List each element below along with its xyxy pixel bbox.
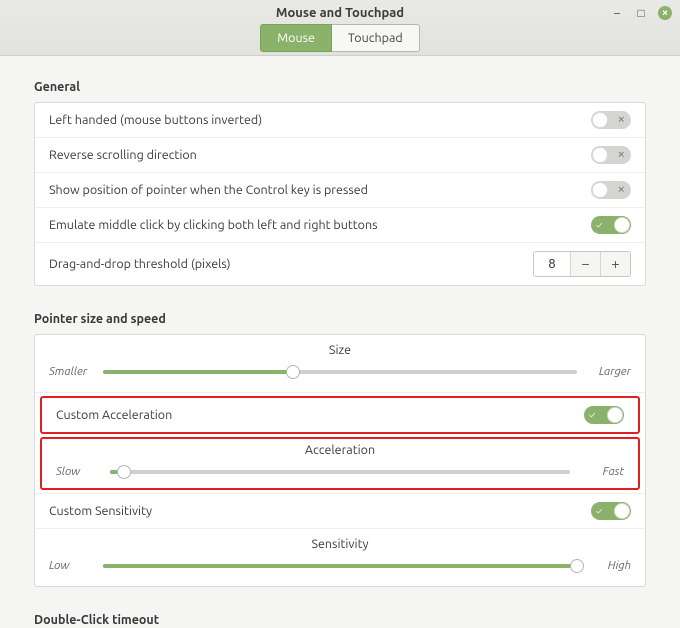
slider-sensitivity[interactable]: Low High [49,559,631,572]
sensitivity-min-label: Low [49,559,93,572]
acceleration-thumb[interactable] [117,465,131,479]
acceleration-min-label: Slow [56,465,100,478]
content-area: General Left handed (mouse buttons inver… [0,56,680,628]
toggle-show-position[interactable]: ✕ [591,181,631,199]
block-acceleration: Acceleration Slow Fast [42,439,638,488]
label-custom-acceleration: Custom Acceleration [56,408,172,422]
row-reverse-scroll: Reverse scrolling direction ✕ [35,138,645,173]
row-custom-sensitivity: Custom Sensitivity ✓ [35,493,645,529]
slider-title-sensitivity: Sensitivity [49,537,631,551]
label-left-handed: Left handed (mouse buttons inverted) [49,113,262,127]
row-custom-acceleration: Custom Acceleration ✓ [42,398,638,432]
label-emulate-middle: Emulate middle click by clicking both le… [49,218,378,232]
tab-mouse[interactable]: Mouse [260,24,332,52]
highlight-acceleration: Acceleration Slow Fast [40,437,640,490]
block-sensitivity: Sensitivity Low High [35,529,645,586]
highlight-custom-acceleration: Custom Acceleration ✓ [40,396,640,434]
close-button[interactable] [658,6,672,20]
size-thumb[interactable] [286,365,300,379]
section-title-pointer: Pointer size and speed [34,312,646,326]
row-drag-threshold: Drag-and-drop threshold (pixels) − + [35,243,645,285]
window-controls: ‒ □ [610,6,672,20]
section-title-doubleclick: Double-Click timeout [34,613,646,627]
stepper-drag-threshold: − + [533,251,631,277]
toggle-custom-sensitivity[interactable]: ✓ [591,502,631,520]
toggle-left-handed[interactable]: ✕ [591,111,631,129]
toggle-emulate-middle[interactable]: ✓ [591,216,631,234]
label-custom-sensitivity: Custom Sensitivity [49,504,152,518]
drag-threshold-input[interactable] [534,252,570,276]
toggle-custom-acceleration[interactable]: ✓ [584,406,624,424]
label-drag-threshold: Drag-and-drop threshold (pixels) [49,257,231,271]
acceleration-max-label: Fast [580,465,624,478]
acceleration-track[interactable] [110,470,570,474]
maximize-button[interactable]: □ [634,6,648,20]
sensitivity-thumb[interactable] [570,559,584,573]
sensitivity-track[interactable] [103,564,577,568]
size-track[interactable] [103,370,577,374]
block-size: Size Smaller Larger [35,335,645,393]
panel-pointer: Size Smaller Larger Custom Acceleration … [34,334,646,587]
window-title: Mouse and Touchpad [0,0,680,20]
slider-title-size: Size [49,343,631,357]
minimize-button[interactable]: ‒ [610,6,624,20]
label-reverse-scroll: Reverse scrolling direction [49,148,197,162]
drag-threshold-decrement[interactable]: − [570,252,600,276]
toggle-reverse-scroll[interactable]: ✕ [591,146,631,164]
label-show-position: Show position of pointer when the Contro… [49,183,368,197]
drag-threshold-increment[interactable]: + [600,252,630,276]
row-show-position: Show position of pointer when the Contro… [35,173,645,208]
slider-size[interactable]: Smaller Larger [49,365,631,378]
tab-touchpad[interactable]: Touchpad [332,24,420,52]
sensitivity-max-label: High [587,559,631,572]
section-title-general: General [34,80,646,94]
row-emulate-middle: Emulate middle click by clicking both le… [35,208,645,243]
size-fill [103,370,293,374]
slider-title-acceleration: Acceleration [56,443,624,457]
size-min-label: Smaller [49,365,93,378]
row-left-handed: Left handed (mouse buttons inverted) ✕ [35,103,645,138]
slider-acceleration[interactable]: Slow Fast [56,465,624,478]
sensitivity-fill [103,564,577,568]
panel-general: Left handed (mouse buttons inverted) ✕ R… [34,102,646,286]
titlebar: Mouse and Touchpad ‒ □ Mouse Touchpad [0,0,680,56]
size-max-label: Larger [587,365,631,378]
tab-bar: Mouse Touchpad [0,24,680,52]
